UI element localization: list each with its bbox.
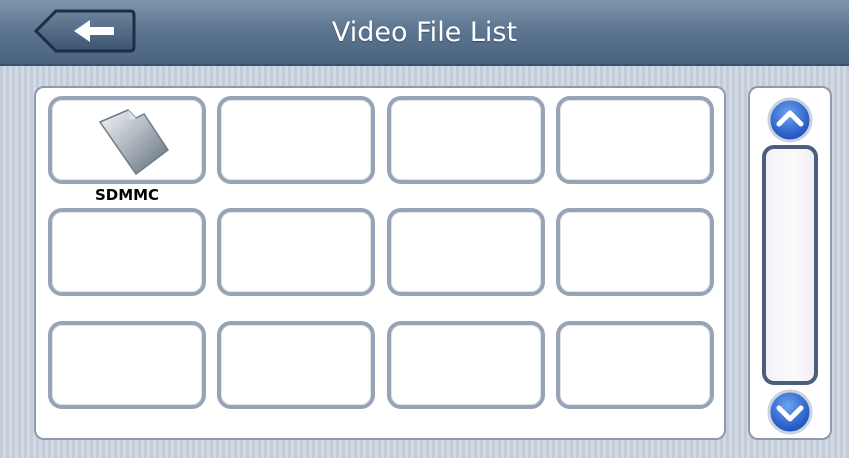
- sd-card-icon: [98, 109, 170, 176]
- grid-item[interactable]: [387, 321, 545, 409]
- scroll-up-button[interactable]: [766, 96, 814, 144]
- grid-item[interactable]: [217, 208, 375, 296]
- grid-item[interactable]: [217, 96, 375, 184]
- grid-item[interactable]: [48, 208, 206, 296]
- grid-item-sdmmc[interactable]: [48, 96, 206, 184]
- grid-item-label: SDMMC: [94, 186, 160, 204]
- back-button[interactable]: [34, 9, 136, 53]
- grid-item[interactable]: [387, 208, 545, 296]
- chevron-down-icon: [767, 389, 813, 435]
- grid-item[interactable]: [217, 321, 375, 409]
- grid-item[interactable]: [48, 321, 206, 409]
- back-arrow-icon: [34, 9, 136, 53]
- header-bar: Video File List: [0, 0, 849, 66]
- scroll-down-button[interactable]: [766, 388, 814, 436]
- grid-item[interactable]: [556, 96, 714, 184]
- chevron-up-icon: [767, 97, 813, 143]
- grid-item[interactable]: [387, 96, 545, 184]
- grid-item[interactable]: [556, 208, 714, 296]
- scroll-track[interactable]: [762, 145, 818, 385]
- grid-item[interactable]: [556, 321, 714, 409]
